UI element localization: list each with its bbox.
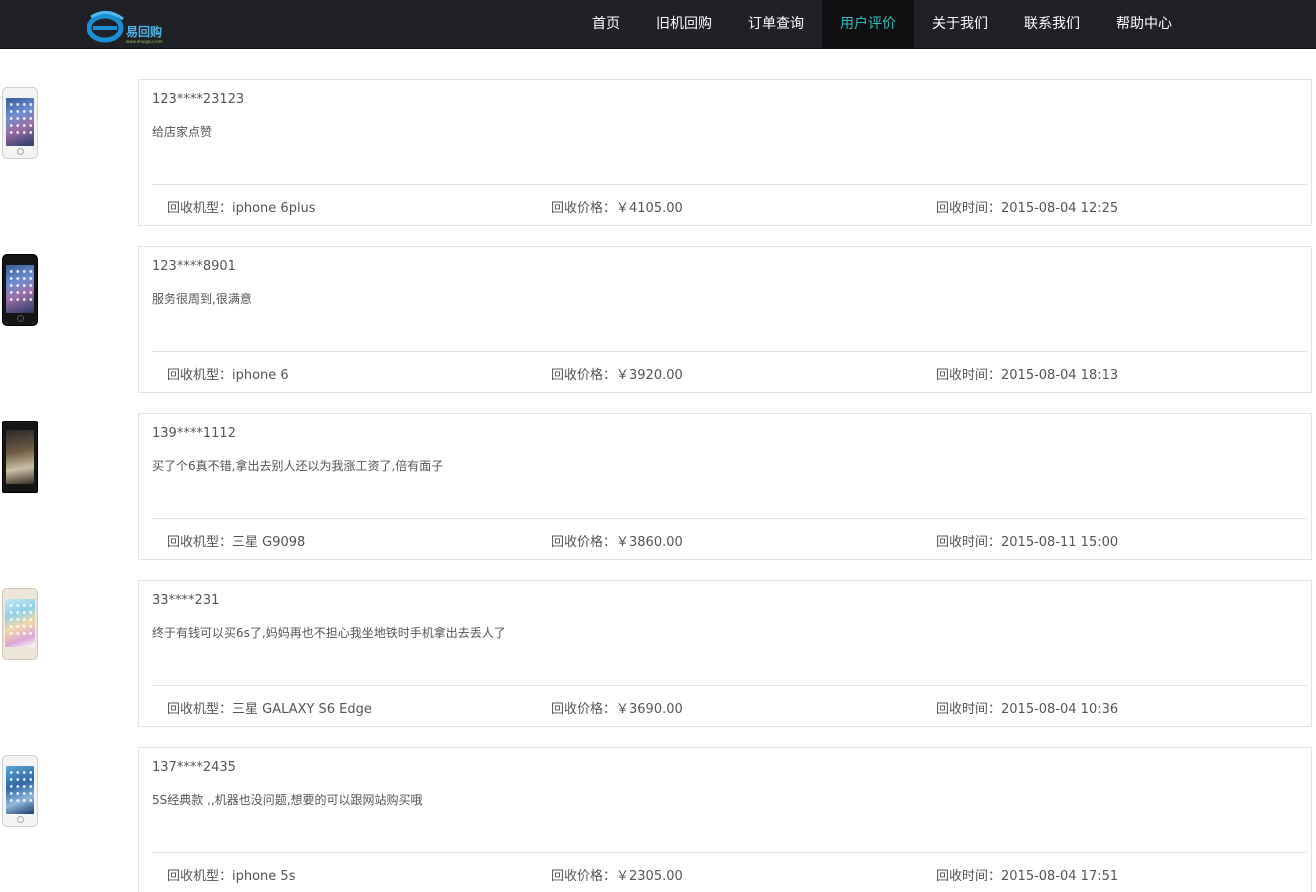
iphone-white-icon[interactable]: [2, 87, 38, 159]
review-user: 139****1112: [152, 426, 236, 441]
review-card: 123****8901 服务很周到,很满意 回收机型：iphone 6 回收价格…: [138, 246, 1312, 393]
review-item: 139****1112 买了个6真不错,拿出去别人还以为我涨工资了,倍有面子 回…: [0, 413, 1316, 560]
review-divider: [152, 518, 1307, 519]
review-price: 回收价格：￥3860.00: [551, 535, 683, 550]
review-price: 回收价格：￥3690.00: [551, 702, 683, 717]
review-item: 123****8901 服务很周到,很满意 回收机型：iphone 6 回收价格…: [0, 246, 1316, 393]
review-user: 33****231: [152, 593, 220, 608]
review-model: 回收机型：iphone 6: [167, 368, 289, 383]
review-model: 回收机型：三星 G9098: [167, 535, 306, 550]
review-card: 33****231 终于有钱可以买6s了,妈妈再也不担心我坐地铁时手机拿出去丢人…: [138, 580, 1312, 727]
review-user: 123****23123: [152, 92, 245, 107]
review-time: 回收时间：2015-08-11 15:00: [936, 535, 1119, 550]
review-card: 137****2435 5S经典款 ,,机器也没问题,想要的可以跟网站购买哦 回…: [138, 747, 1312, 892]
review-item: 33****231 终于有钱可以买6s了,妈妈再也不担心我坐地铁时手机拿出去丢人…: [0, 580, 1316, 727]
review-comment: 服务很周到,很满意: [152, 292, 252, 306]
review-card: 123****23123 给店家点赞 回收机型：iphone 6plus 回收价…: [138, 79, 1312, 226]
galaxy-s6-edge-icon[interactable]: [2, 588, 38, 660]
top-navbar: 易回购 www.ehuigou.com 首页 旧机回购 订单查询 用户评价 关于…: [0, 0, 1316, 49]
nav-item-recycle[interactable]: 旧机回购: [638, 0, 730, 49]
review-comment: 终于有钱可以买6s了,妈妈再也不担心我坐地铁时手机拿出去丢人了: [152, 626, 506, 640]
nav-item-help[interactable]: 帮助中心: [1098, 0, 1190, 49]
review-user: 123****8901: [152, 259, 236, 274]
review-divider: [152, 184, 1307, 185]
logo-text: 易回购: [126, 25, 163, 39]
review-price: 回收价格：￥3920.00: [551, 368, 683, 383]
nav-item-contact[interactable]: 联系我们: [1006, 0, 1098, 49]
review-price: 回收价格：￥2305.00: [551, 869, 683, 884]
review-item: 123****23123 给店家点赞 回收机型：iphone 6plus 回收价…: [0, 79, 1316, 226]
review-model: 回收机型：iphone 5s: [167, 869, 296, 884]
iphone-5s-icon[interactable]: [2, 755, 38, 827]
review-model: 回收机型：iphone 6plus: [167, 201, 316, 216]
review-divider: [152, 685, 1307, 686]
review-time: 回收时间：2015-08-04 10:36: [936, 702, 1119, 717]
review-comment: 给店家点赞: [152, 125, 213, 139]
review-user: 137****2435: [152, 760, 236, 775]
nav-item-about[interactable]: 关于我们: [914, 0, 1006, 49]
review-item: 137****2435 5S经典款 ,,机器也没问题,想要的可以跟网站购买哦 回…: [0, 747, 1316, 892]
review-model: 回收机型：三星 GALAXY S6 Edge: [167, 702, 372, 717]
review-time: 回收时间：2015-08-04 12:25: [936, 201, 1119, 216]
review-comment: 5S经典款 ,,机器也没问题,想要的可以跟网站购买哦: [152, 793, 423, 807]
nav-item-home[interactable]: 首页: [574, 0, 638, 49]
review-price: 回收价格：￥4105.00: [551, 201, 683, 216]
review-time: 回收时间：2015-08-04 18:13: [936, 368, 1119, 383]
site-logo[interactable]: 易回购 www.ehuigou.com: [87, 9, 177, 45]
review-divider: [152, 852, 1307, 853]
review-time: 回收时间：2015-08-04 17:51: [936, 869, 1119, 884]
main-nav: 首页 旧机回购 订单查询 用户评价 关于我们 联系我们 帮助中心: [574, 0, 1190, 49]
review-divider: [152, 351, 1307, 352]
review-card: 139****1112 买了个6真不错,拿出去别人还以为我涨工资了,倍有面子 回…: [138, 413, 1312, 560]
iphone-black-icon[interactable]: [2, 254, 38, 326]
samsung-flip-icon[interactable]: [2, 421, 38, 493]
nav-item-order-query[interactable]: 订单查询: [730, 0, 822, 49]
logo-url: www.ehuigou.com: [126, 39, 163, 44]
logo-e-icon: [87, 11, 124, 43]
nav-item-user-reviews[interactable]: 用户评价: [822, 0, 914, 49]
review-comment: 买了个6真不错,拿出去别人还以为我涨工资了,倍有面子: [152, 459, 444, 473]
